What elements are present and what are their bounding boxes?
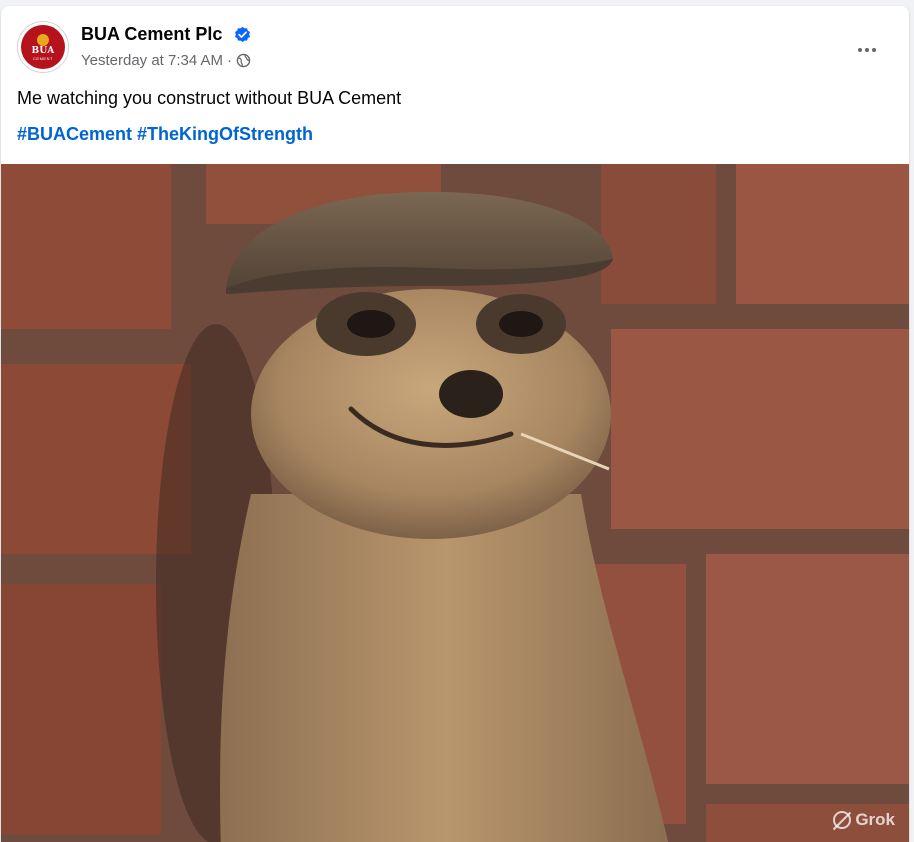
more-dot xyxy=(865,48,869,52)
logo-subtext: CEMENT xyxy=(33,55,53,61)
post-caption: Me watching you construct without BUA Ce… xyxy=(17,88,402,108)
page-name-link[interactable]: BUA Cement Plc xyxy=(81,24,222,45)
bua-logo: BUA CEMENT xyxy=(21,25,65,69)
meerkat-photo xyxy=(1,164,909,842)
post-timestamp-link[interactable]: Yesterday at 7:34 AM xyxy=(81,52,223,69)
meta-separator: · xyxy=(227,52,233,69)
logo-globe-icon xyxy=(37,33,49,46)
globe-icon[interactable] xyxy=(236,53,251,68)
more-options-icon[interactable] xyxy=(847,30,887,70)
grok-logo-icon xyxy=(833,811,852,829)
logo-text: BUA xyxy=(31,45,55,56)
grok-watermark-text: Grok xyxy=(855,810,895,829)
verified-badge-icon xyxy=(235,26,250,42)
page-avatar[interactable]: BUA CEMENT xyxy=(17,21,69,73)
hashtag-link[interactable]: #TheKingOfStrength xyxy=(137,124,313,144)
grok-watermark: Grok xyxy=(833,810,895,830)
post-photo[interactable]: Grok xyxy=(1,164,909,842)
more-dot xyxy=(858,48,862,52)
more-dot xyxy=(872,48,876,52)
post-hashtags: #BUACement #TheKingOfStrength xyxy=(17,124,318,145)
post-meta: Yesterday at 7:34 AM · xyxy=(81,52,251,69)
post-header: BUA CEMENT BUA Cement Plc Yesterday at 7… xyxy=(1,6,909,73)
hashtag-link[interactable]: #BUACement xyxy=(17,124,132,144)
post-card: BUA CEMENT BUA Cement Plc Yesterday at 7… xyxy=(1,6,909,842)
